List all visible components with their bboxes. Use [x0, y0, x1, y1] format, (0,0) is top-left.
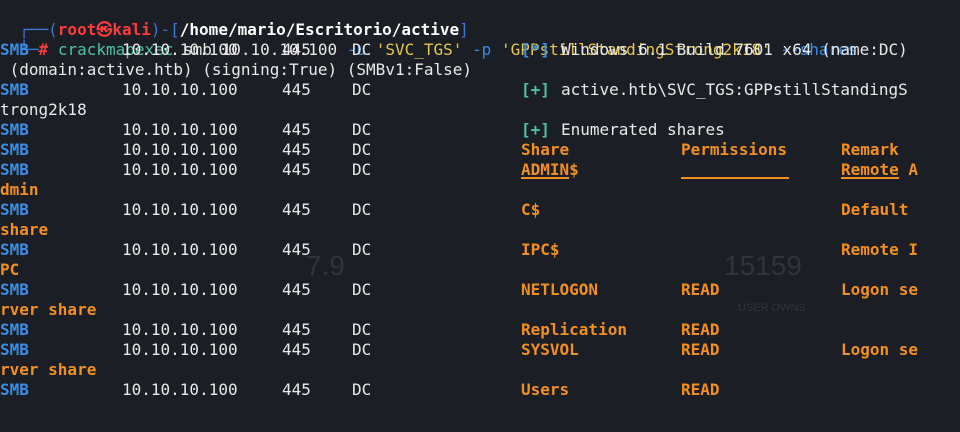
share-permission: READ	[681, 320, 720, 339]
smb-port: 445	[282, 240, 311, 259]
smb-host: DC	[352, 80, 372, 99]
smb-host: DC	[352, 240, 372, 259]
share-permission: READ	[681, 340, 720, 359]
smb-ip: 10.10.10.100	[122, 200, 238, 219]
smb-port: 445	[282, 200, 311, 219]
share-remark: Remote I	[841, 240, 919, 259]
smb-host: DC	[352, 140, 372, 159]
share-name: C$	[521, 200, 541, 219]
header-underline	[681, 177, 789, 179]
smb-proto: SMB	[0, 200, 29, 219]
auth-wrap: trong2k18	[0, 100, 87, 119]
table-header: Share	[521, 140, 570, 159]
smb-proto: SMB	[0, 240, 29, 259]
smb-port: 445	[282, 80, 311, 99]
smb-port: 445	[282, 140, 311, 159]
auth-text: active.htb\SVC_TGS:GPPstillStandingS	[561, 80, 908, 99]
smb-proto: SMB	[0, 140, 29, 159]
info-text: Windows 6.1 Build 7601 x64 (name:DC)	[561, 40, 908, 59]
smb-ip: 10.10.10.100	[122, 80, 238, 99]
share-name: SYSVOL	[521, 340, 579, 359]
command-pass-flag: -p	[472, 40, 492, 59]
command-user: 'SVC_TGS'	[375, 40, 463, 59]
smb-ip: 10.10.10.100	[122, 140, 238, 159]
remark-wrap: PC	[0, 260, 20, 279]
ghost-number-b: 15159	[724, 250, 802, 281]
table-header: Permissions	[681, 140, 787, 159]
smb-host: DC	[352, 340, 372, 359]
ghost-caption: USER OWNS	[738, 302, 806, 314]
share-remark: Logon se	[841, 340, 919, 359]
smb-host: DC	[352, 380, 372, 399]
share-name: NETLOGON	[521, 280, 599, 299]
smb-ip: 10.10.10.100	[122, 320, 238, 339]
remark-wrap: rver share	[0, 300, 97, 319]
smb-port: 445	[282, 120, 311, 139]
smb-ip: 10.10.10.100	[122, 340, 238, 359]
smb-port: 445	[282, 280, 311, 299]
smb-proto: SMB	[0, 320, 29, 339]
enum-tag: [+]	[521, 120, 550, 139]
smb-host: DC	[352, 40, 372, 59]
remark-wrap: rver share	[0, 360, 97, 379]
smb-host: DC	[352, 280, 372, 299]
smb-port: 445	[282, 380, 311, 399]
prompt-line: ┌──(root㉿kali)-[/home/mario/Escritorio/a…	[0, 0, 469, 39]
smb-proto: SMB	[0, 380, 29, 399]
info-wrap: (domain:active.htb) (signing:True) (SMBv…	[0, 60, 473, 79]
smb-ip: 10.10.10.100	[122, 280, 238, 299]
smb-ip: 10.10.10.100	[122, 380, 238, 399]
share-name: Replication	[521, 320, 627, 339]
enum-text: Enumerated shares	[561, 120, 725, 139]
smb-port: 445	[282, 160, 311, 179]
smb-port: 445	[282, 340, 311, 359]
share-remark: Logon se	[841, 280, 919, 299]
smb-proto: SMB	[0, 40, 29, 59]
share-name: ADMIN$	[521, 160, 579, 179]
smb-proto: SMB	[0, 340, 29, 359]
smb-ip: 10.10.10.100	[122, 40, 238, 59]
ghost-number-a: 7.9	[306, 250, 345, 281]
smb-host: DC	[352, 120, 372, 139]
smb-proto: SMB	[0, 80, 29, 99]
smb-proto: SMB	[0, 120, 29, 139]
remark-wrap: share	[0, 220, 49, 239]
share-name: Users	[521, 380, 570, 399]
smb-proto: SMB	[0, 160, 29, 179]
table-header: Remark	[841, 140, 899, 159]
smb-host: DC	[352, 200, 372, 219]
share-remark: Remote A	[841, 160, 919, 179]
share-name: IPC$	[521, 240, 560, 259]
smb-port: 445	[282, 40, 311, 59]
auth-tag: [+]	[521, 80, 550, 99]
command-line[interactable]: └─# crackmapexec smb 10.10.10.100 -u 'SV…	[0, 20, 857, 59]
info-tag: [*]	[521, 40, 550, 59]
smb-host: DC	[352, 160, 372, 179]
smb-ip: 10.10.10.100	[122, 160, 238, 179]
remark-wrap: dmin	[0, 180, 39, 199]
share-remark: Default	[841, 200, 909, 219]
share-permission: READ	[681, 380, 720, 399]
smb-host: DC	[352, 320, 372, 339]
share-permission: READ	[681, 280, 720, 299]
smb-port: 445	[282, 320, 311, 339]
smb-ip: 10.10.10.100	[122, 120, 238, 139]
smb-proto: SMB	[0, 280, 29, 299]
prompt-hash: #	[38, 40, 49, 59]
smb-ip: 10.10.10.100	[122, 240, 238, 259]
